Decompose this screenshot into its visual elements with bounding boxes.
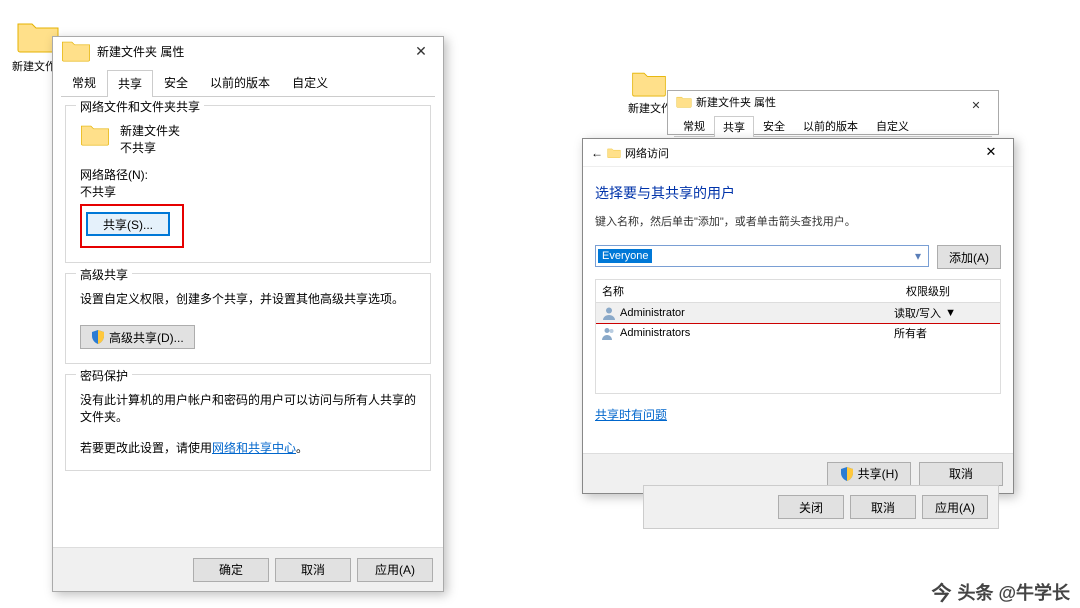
desktop-folder-label-1: 新建文作 — [12, 58, 56, 74]
table-row[interactable]: Administrators 所有者 — [596, 323, 1000, 343]
chevron-down-icon[interactable]: ▾ — [910, 248, 926, 264]
tab-customize[interactable]: 自定义 — [867, 115, 918, 136]
tabs: 常规 共享 安全 以前的版本 自定义 — [61, 69, 435, 97]
tab-general[interactable]: 常规 — [61, 69, 107, 96]
cancel-button[interactable]: 取消 — [275, 558, 351, 582]
network-file-sharing-group: 网络文件和文件夹共享 新建文件夹 不共享 网络路径(N): 不共享 共享(S).… — [65, 105, 431, 263]
close-button[interactable]: 关闭 — [778, 495, 844, 519]
folder-icon — [607, 147, 621, 159]
dialog-footer: 确定 取消 应用(A) — [53, 547, 443, 591]
advanced-sharing-group: 高级共享 设置自定义权限，创建多个共享，并设置其他高级共享选项。 高级共享(D)… — [65, 273, 431, 364]
col-name: 名称 — [596, 280, 900, 302]
combo-selected-value: Everyone — [598, 249, 652, 263]
properties-dialog: 新建文件夹 属性 ✕ 常规 共享 安全 以前的版本 自定义 网络文件和文件夹共享… — [52, 36, 444, 592]
titlebar[interactable]: 新建文件夹 属性 ✕ — [668, 91, 998, 113]
desktop-folder-label-2: 新建文作 — [628, 100, 672, 116]
cancel-button[interactable]: 取消 — [919, 462, 1003, 486]
chevron-down-icon: ▼ — [945, 307, 956, 319]
user-name: Administrators — [620, 327, 894, 339]
titlebar[interactable]: 新建文件夹 属性 ✕ — [53, 37, 443, 65]
add-button[interactable]: 添加(A) — [937, 245, 1001, 269]
folder-icon — [61, 38, 91, 64]
share-button[interactable]: 共享(H) — [827, 462, 911, 486]
tab-security[interactable]: 安全 — [153, 69, 199, 96]
sharing-help-link[interactable]: 共享时有问题 — [595, 408, 667, 422]
apply-button[interactable]: 应用(A) — [357, 558, 433, 582]
group-title: 网络文件和文件夹共享 — [76, 98, 204, 115]
share-button[interactable]: 共享(S)... — [86, 212, 170, 236]
close-icon[interactable]: ✕ — [403, 39, 439, 63]
back-icon[interactable]: ← — [591, 146, 603, 160]
tabs: 常规 共享 安全 以前的版本 自定义 — [674, 115, 992, 137]
user-combobox[interactable]: Everyone ▾ — [595, 245, 929, 267]
highlight-box: 共享(S)... — [80, 204, 184, 248]
folder-name: 新建文件夹 — [120, 122, 180, 139]
tab-previous-versions[interactable]: 以前的版本 — [794, 115, 867, 136]
properties-dialog-mini: 新建文件夹 属性 ✕ 常规 共享 安全 以前的版本 自定义 — [667, 90, 999, 135]
share-heading: 选择要与其共享的用户 — [595, 183, 1001, 203]
dialog-title: 新建文件夹 属性 — [97, 43, 184, 60]
password-protection-group: 密码保护 没有此计算机的用户帐户和密码的用户可以访问与所有人共享的文件夹。 若要… — [65, 374, 431, 471]
tab-security[interactable]: 安全 — [754, 115, 794, 136]
password-desc: 没有此计算机的用户帐户和密码的用户可以访问与所有人共享的文件夹。 — [80, 391, 416, 425]
user-table-header: 名称 权限级别 — [595, 279, 1001, 302]
tab-general[interactable]: 常规 — [674, 115, 714, 136]
network-path-value: 不共享 — [80, 183, 416, 200]
advanced-desc: 设置自定义权限，创建多个共享，并设置其他高级共享选项。 — [80, 290, 416, 307]
user-list: Administrator 读取/写入 ▼ Administrators 所有者 — [595, 302, 1001, 394]
password-change-prefix: 若要更改此设置，请使用 — [80, 441, 212, 455]
folder-icon — [80, 122, 110, 148]
tab-previous-versions[interactable]: 以前的版本 — [199, 69, 281, 96]
dialog-title: 新建文件夹 属性 — [696, 94, 776, 110]
group-title: 密码保护 — [76, 367, 132, 384]
password-change-suffix: 。 — [296, 441, 308, 455]
shield-icon — [91, 330, 105, 344]
table-row[interactable]: Administrator 读取/写入 ▼ — [595, 302, 1001, 324]
advanced-sharing-button[interactable]: 高级共享(D)... — [80, 325, 195, 349]
close-icon[interactable]: ✕ — [973, 141, 1009, 163]
network-path-label: 网络路径(N): — [80, 166, 416, 183]
desktop-folder-icon-2[interactable] — [631, 68, 667, 98]
ok-button[interactable]: 确定 — [193, 558, 269, 582]
network-sharing-center-link[interactable]: 网络和共享中心 — [212, 441, 296, 455]
watermark: 今 头条 @牛学长 — [931, 577, 1070, 606]
breadcrumb: 网络访问 — [625, 145, 669, 161]
user-icon — [602, 306, 616, 320]
share-hint: 键入名称，然后单击"添加"，或者单击箭头查找用户。 — [595, 213, 1001, 229]
file-sharing-dialog: ← 网络访问 ✕ 选择要与其共享的用户 键入名称，然后单击"添加"，或者单击箭头… — [582, 138, 1014, 494]
permission-value: 所有者 — [894, 325, 994, 341]
user-name: Administrator — [620, 307, 894, 319]
cancel-button[interactable]: 取消 — [850, 495, 916, 519]
share-status: 不共享 — [120, 139, 180, 156]
tab-sharing[interactable]: 共享 — [107, 70, 153, 97]
breadcrumb-bar: ← 网络访问 ✕ — [583, 139, 1013, 167]
toutiao-icon: 今 — [931, 577, 951, 606]
close-icon[interactable]: ✕ — [958, 93, 994, 117]
folder-icon — [676, 95, 692, 109]
tab-sharing[interactable]: 共享 — [714, 116, 754, 137]
group-title: 高级共享 — [76, 266, 132, 283]
col-permission: 权限级别 — [900, 280, 1000, 302]
group-icon — [602, 326, 616, 340]
tab-customize[interactable]: 自定义 — [281, 69, 339, 96]
shield-icon — [840, 467, 854, 481]
properties-footer-bar: 关闭 取消 应用(A) — [643, 485, 999, 529]
permission-dropdown[interactable]: 读取/写入 ▼ — [894, 305, 994, 321]
apply-button[interactable]: 应用(A) — [922, 495, 988, 519]
